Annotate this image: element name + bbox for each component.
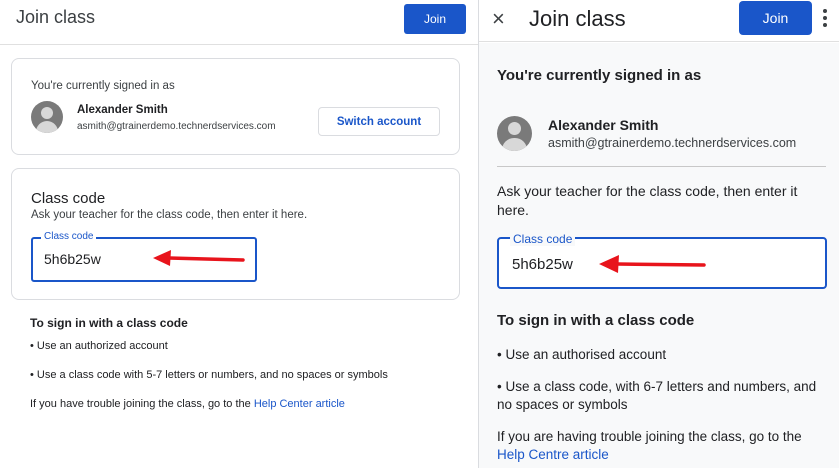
user-email: asmith@gtrainerdemo.technerdservices.com	[77, 121, 276, 132]
class-code-input[interactable]: Class code 5h6b25w	[497, 232, 827, 289]
trouble-text-label: If you are having trouble joining the cl…	[497, 429, 802, 444]
info-bullet-1: • Use an authorised account	[497, 347, 667, 362]
page-title: Join class	[16, 7, 96, 27]
divider	[497, 166, 826, 167]
avatar-icon	[31, 101, 63, 133]
close-icon[interactable]: ×	[492, 6, 505, 32]
signed-in-label: You're currently signed in as	[31, 80, 175, 92]
class-code-description: Ask your teacher for the class code, the…	[497, 183, 798, 218]
user-name: Alexander Smith	[77, 104, 168, 116]
join-button[interactable]: Join	[404, 4, 466, 34]
info-title: To sign in with a class code	[497, 312, 695, 329]
class-code-title: Class code	[31, 190, 106, 207]
page-title: Join class	[529, 6, 626, 31]
red-arrow-annotation	[599, 255, 706, 273]
class-code-card: Class code Ask your teacher for the clas…	[11, 168, 460, 300]
help-centre-link[interactable]: Help Centre article	[497, 447, 609, 462]
avatar-icon	[497, 116, 532, 151]
help-center-link[interactable]: Help Center article	[254, 398, 345, 410]
trouble-text: If you have trouble joining the class, g…	[30, 398, 345, 410]
trouble-text: If you are having trouble joining the cl…	[497, 428, 827, 464]
class-code-value: 5h6b25w	[44, 251, 101, 267]
red-arrow-annotation	[153, 250, 245, 266]
left-panel: Join class Join You're currently signed …	[0, 0, 478, 468]
right-panel: × Join class Join You're currently signe…	[478, 0, 839, 468]
info-bullet-2: • Use a class code, with 6-7 letters and…	[497, 379, 817, 412]
user-email: asmith@gtrainerdemo.technerdservices.com	[548, 136, 797, 150]
trouble-text-label: If you have trouble joining the class, g…	[30, 398, 254, 410]
signed-in-label: You're currently signed in as	[497, 67, 702, 84]
account-card: You're currently signed in as Alexander …	[11, 58, 460, 155]
header: Join class Join	[0, 0, 478, 45]
class-code-input[interactable]: Class code 5h6b25w	[31, 231, 257, 282]
class-code-field-label: Class code	[510, 232, 576, 246]
user-name: Alexander Smith	[548, 117, 659, 133]
class-code-value: 5h6b25w	[512, 256, 573, 273]
more-vert-icon[interactable]	[823, 9, 829, 31]
info-bullet-1: • Use an authorized account	[30, 340, 168, 352]
info-title: To sign in with a class code	[30, 316, 188, 330]
join-button[interactable]: Join	[739, 1, 812, 35]
class-code-field-label: Class code	[41, 231, 97, 242]
info-bullet-2: • Use a class code with 5-7 letters or n…	[30, 369, 388, 381]
class-code-description: Ask your teacher for the class code, the…	[31, 209, 308, 221]
switch-account-button[interactable]: Switch account	[318, 107, 440, 136]
header: × Join class Join	[479, 0, 839, 42]
